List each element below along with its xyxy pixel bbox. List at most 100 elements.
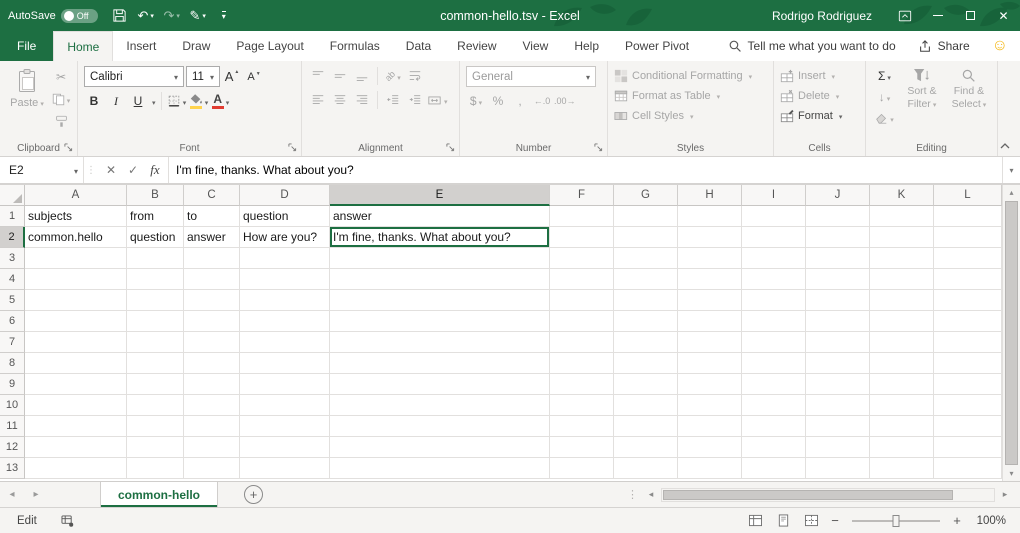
- cell-J9[interactable]: [806, 374, 870, 395]
- comma-style-button[interactable]: ,: [510, 91, 530, 111]
- user-name[interactable]: Rodrigo Rodriguez: [772, 9, 872, 23]
- cell-K12[interactable]: [870, 437, 934, 458]
- cell-A12[interactable]: [25, 437, 127, 458]
- enter-button[interactable]: ✓: [122, 157, 144, 183]
- cell-K1[interactable]: [870, 206, 934, 227]
- cell-E12[interactable]: [330, 437, 550, 458]
- cell-I11[interactable]: [742, 416, 806, 437]
- insert-function-button[interactable]: fx: [144, 157, 166, 183]
- cell-B1[interactable]: from: [127, 206, 184, 227]
- cell-F11[interactable]: [550, 416, 614, 437]
- cell-I4[interactable]: [742, 269, 806, 290]
- column-header-A[interactable]: A: [25, 185, 127, 206]
- feedback-smiley-icon[interactable]: ☺: [992, 38, 1008, 54]
- cell-I13[interactable]: [742, 458, 806, 479]
- cell-C5[interactable]: [184, 290, 240, 311]
- cell-I3[interactable]: [742, 248, 806, 269]
- cell-H8[interactable]: [678, 353, 742, 374]
- cell-K5[interactable]: [870, 290, 934, 311]
- ribbon-tab-help[interactable]: Help: [561, 31, 612, 61]
- cell-G4[interactable]: [614, 269, 678, 290]
- align-center-button[interactable]: [330, 90, 350, 110]
- vertical-scroll-track[interactable]: [1003, 200, 1020, 466]
- cell-B9[interactable]: [127, 374, 184, 395]
- cell-L13[interactable]: [934, 458, 1002, 479]
- cell-E7[interactable]: [330, 332, 550, 353]
- formula-bar-grip[interactable]: [84, 157, 98, 183]
- page-break-preview-button[interactable]: [800, 511, 822, 531]
- cell-G3[interactable]: [614, 248, 678, 269]
- column-header-J[interactable]: J: [806, 185, 870, 206]
- zoom-out-button[interactable]: −: [828, 513, 842, 528]
- cell-C11[interactable]: [184, 416, 240, 437]
- scroll-down-arrow-icon[interactable]: ▾: [1009, 466, 1013, 481]
- cell-J2[interactable]: [806, 227, 870, 248]
- cell-E5[interactable]: [330, 290, 550, 311]
- cell-K8[interactable]: [870, 353, 934, 374]
- cell-C2[interactable]: answer: [184, 227, 240, 248]
- cell-D7[interactable]: [240, 332, 330, 353]
- quick-access-pen-button[interactable]: ✎: [186, 2, 210, 29]
- sheet-nav-left-button[interactable]: ◂: [0, 482, 24, 507]
- cell-J8[interactable]: [806, 353, 870, 374]
- scroll-up-arrow-icon[interactable]: ▴: [1009, 185, 1013, 200]
- cell-G11[interactable]: [614, 416, 678, 437]
- cell-D9[interactable]: [240, 374, 330, 395]
- cell-J10[interactable]: [806, 395, 870, 416]
- cell-D2[interactable]: How are you?: [240, 227, 330, 248]
- conditional-formatting-button[interactable]: Conditional Formatting: [614, 66, 767, 86]
- cell-L2[interactable]: [934, 227, 1002, 248]
- cell-E1[interactable]: answer: [330, 206, 550, 227]
- row-header-9[interactable]: 9: [0, 374, 25, 395]
- fill-color-button[interactable]: [189, 91, 209, 111]
- redo-button[interactable]: ↷: [160, 2, 184, 29]
- cell-C1[interactable]: to: [184, 206, 240, 227]
- ribbon-tab-page-layout[interactable]: Page Layout: [223, 31, 316, 61]
- bold-button[interactable]: B: [84, 91, 104, 111]
- cell-L1[interactable]: [934, 206, 1002, 227]
- cell-C4[interactable]: [184, 269, 240, 290]
- cell-K11[interactable]: [870, 416, 934, 437]
- cell-E6[interactable]: [330, 311, 550, 332]
- clipboard-dialog-launcher[interactable]: [64, 143, 74, 153]
- orientation-button[interactable]: ab: [383, 66, 403, 86]
- cell-I2[interactable]: [742, 227, 806, 248]
- customize-quick-access-toolbar-button[interactable]: ▾: [212, 2, 236, 29]
- column-header-B[interactable]: B: [127, 185, 184, 206]
- cell-C6[interactable]: [184, 311, 240, 332]
- format-cells-button[interactable]: Format: [780, 106, 859, 126]
- cell-A9[interactable]: [25, 374, 127, 395]
- cell-G10[interactable]: [614, 395, 678, 416]
- autosave-toggle[interactable]: AutoSave Off: [8, 9, 98, 23]
- cell-G6[interactable]: [614, 311, 678, 332]
- row-header-11[interactable]: 11: [0, 416, 25, 437]
- horizontal-scroll-track[interactable]: [661, 488, 995, 502]
- cell-F5[interactable]: [550, 290, 614, 311]
- cell-G8[interactable]: [614, 353, 678, 374]
- font-dialog-launcher[interactable]: [288, 143, 298, 153]
- select-all-corner[interactable]: [0, 185, 25, 206]
- cell-J7[interactable]: [806, 332, 870, 353]
- cell-H10[interactable]: [678, 395, 742, 416]
- column-header-I[interactable]: I: [742, 185, 806, 206]
- cell-E11[interactable]: [330, 416, 550, 437]
- cell-F1[interactable]: [550, 206, 614, 227]
- cell-I5[interactable]: [742, 290, 806, 311]
- cell-H7[interactable]: [678, 332, 742, 353]
- cell-F8[interactable]: [550, 353, 614, 374]
- cell-K9[interactable]: [870, 374, 934, 395]
- cell-D5[interactable]: [240, 290, 330, 311]
- increase-decimal-button[interactable]: ←.0: [532, 91, 552, 111]
- italic-button[interactable]: I: [106, 91, 126, 111]
- find-select-button[interactable]: Find & Select: [947, 66, 991, 128]
- cell-K2[interactable]: [870, 227, 934, 248]
- scroll-right-arrow-icon[interactable]: ▸: [998, 489, 1012, 500]
- row-header-13[interactable]: 13: [0, 458, 25, 479]
- cell-F4[interactable]: [550, 269, 614, 290]
- cell-E8[interactable]: [330, 353, 550, 374]
- vertical-scrollbar[interactable]: ▴ ▾: [1002, 185, 1020, 481]
- page-layout-view-button[interactable]: [772, 511, 794, 531]
- cell-F7[interactable]: [550, 332, 614, 353]
- increase-font-size-button[interactable]: A: [222, 67, 242, 87]
- cell-D6[interactable]: [240, 311, 330, 332]
